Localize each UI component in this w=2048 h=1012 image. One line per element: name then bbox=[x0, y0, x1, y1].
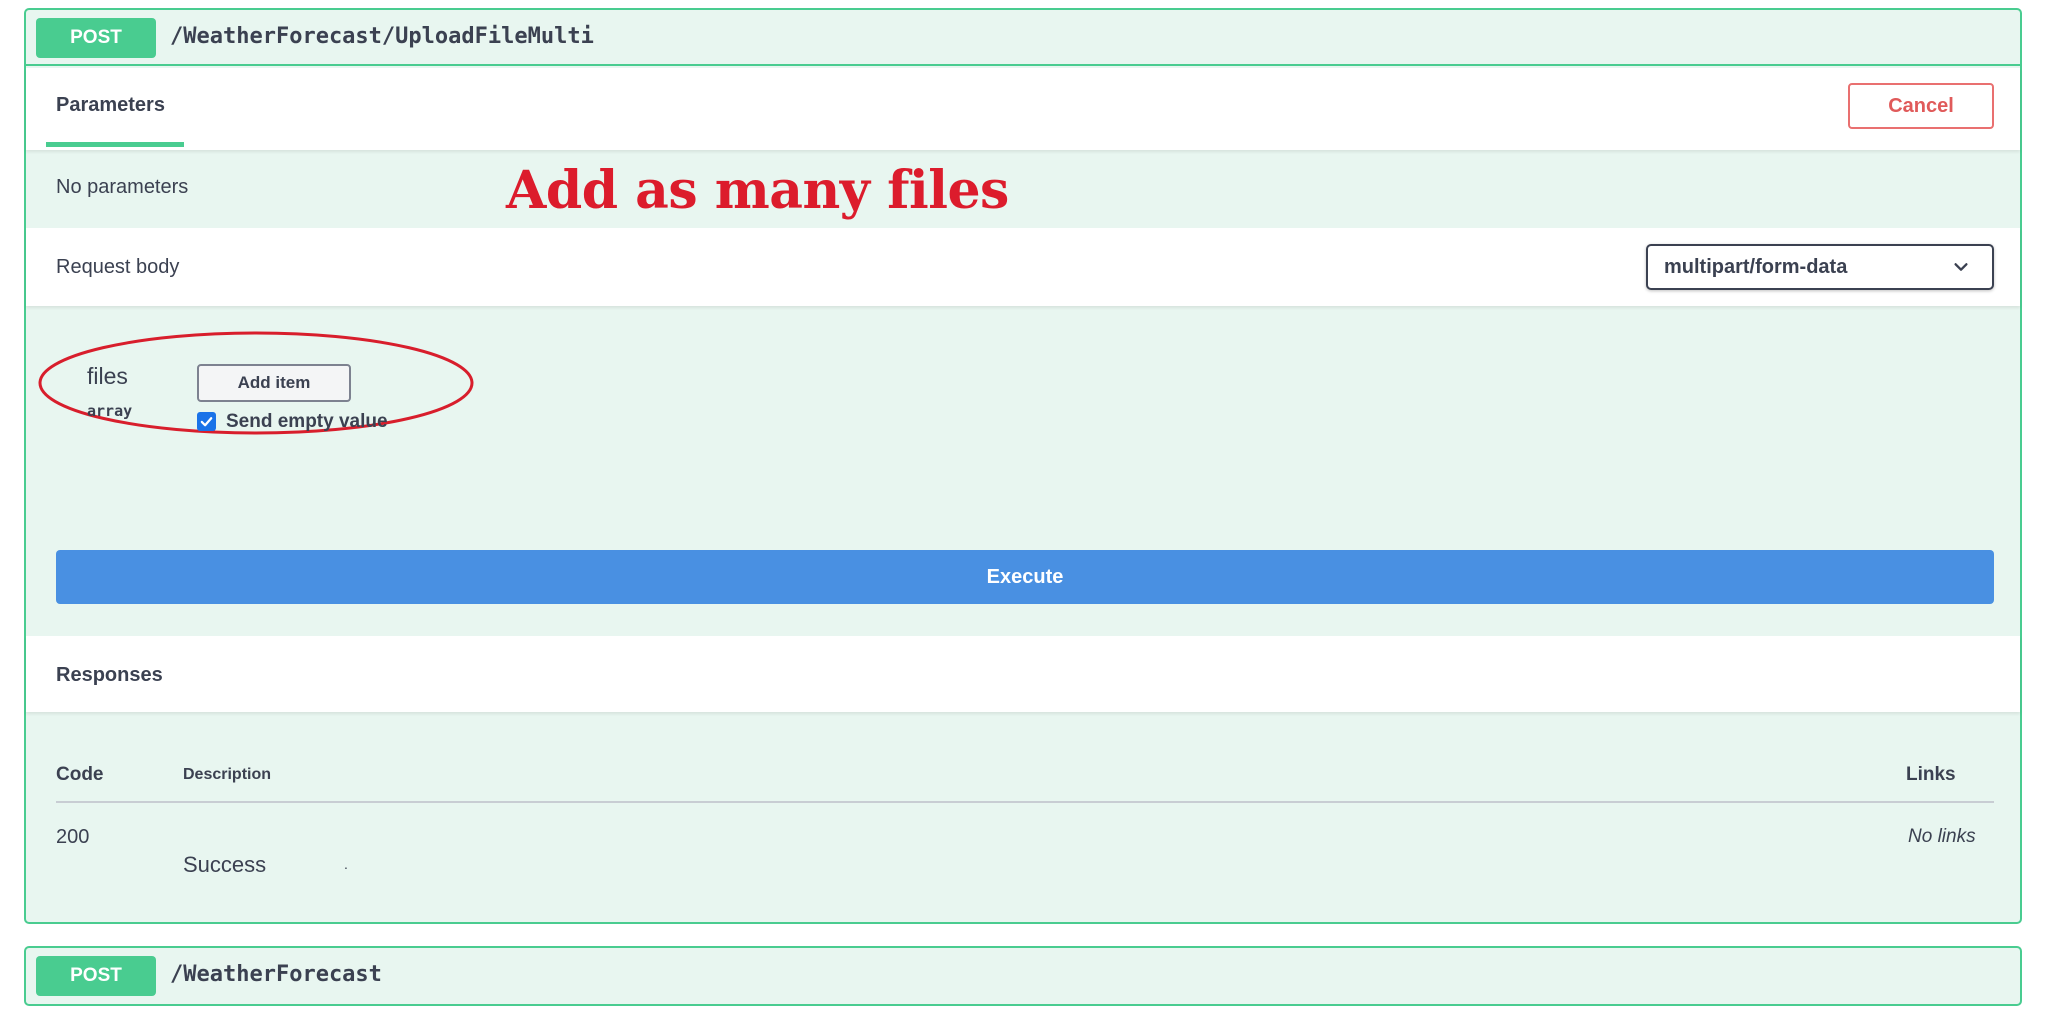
method-badge: POST bbox=[36, 956, 156, 996]
tab-active-indicator bbox=[46, 142, 184, 147]
response-code: 200 bbox=[56, 826, 90, 848]
checkmark-icon bbox=[200, 417, 213, 427]
response-links: No links bbox=[1908, 826, 1976, 847]
responses-header: Responses bbox=[26, 636, 2020, 712]
responses-title: Responses bbox=[56, 664, 163, 686]
col-header-code: Code bbox=[56, 764, 104, 785]
col-header-links: Links bbox=[1906, 764, 1956, 785]
col-header-description: Description bbox=[183, 766, 272, 783]
param-name-files: files bbox=[87, 363, 128, 389]
parameters-header: Parameters Cancel bbox=[26, 68, 2020, 150]
send-empty-checkbox[interactable] bbox=[197, 412, 216, 431]
opblock-summary[interactable]: POST /WeatherForecast bbox=[26, 948, 2020, 1004]
opblock-upload-file-multi: POST /WeatherForecast/UploadFileMulti Pa… bbox=[24, 8, 2022, 924]
chevron-down-icon bbox=[1954, 263, 1968, 271]
endpoint-path: /WeatherForecast/UploadFileMulti bbox=[170, 24, 594, 49]
cancel-button[interactable]: Cancel bbox=[1848, 83, 1994, 129]
description-dot: . bbox=[344, 856, 348, 872]
endpoint-path: /WeatherForecast bbox=[170, 962, 382, 987]
execute-button[interactable]: Execute bbox=[56, 550, 1994, 604]
add-item-button[interactable]: Add item bbox=[197, 364, 351, 402]
content-type-value: multipart/form-data bbox=[1664, 255, 1848, 278]
table-divider bbox=[56, 801, 1994, 803]
annotation-text: Add as many files bbox=[506, 160, 1009, 221]
request-body-header: Request body multipart/form-data bbox=[26, 228, 2020, 306]
content-type-select[interactable]: multipart/form-data bbox=[1646, 244, 1994, 290]
param-type: array bbox=[87, 402, 133, 420]
send-empty-label[interactable]: Send empty value bbox=[226, 411, 388, 433]
request-body-label: Request body bbox=[56, 256, 180, 278]
no-parameters-text: No parameters bbox=[56, 176, 189, 198]
response-description: Success bbox=[183, 852, 267, 877]
method-badge: POST bbox=[36, 18, 156, 58]
tab-parameters[interactable]: Parameters bbox=[56, 94, 165, 117]
opblock-summary[interactable]: POST /WeatherForecast/UploadFileMulti bbox=[26, 10, 2020, 66]
opblock-weather-forecast: POST /WeatherForecast bbox=[24, 946, 2022, 1006]
